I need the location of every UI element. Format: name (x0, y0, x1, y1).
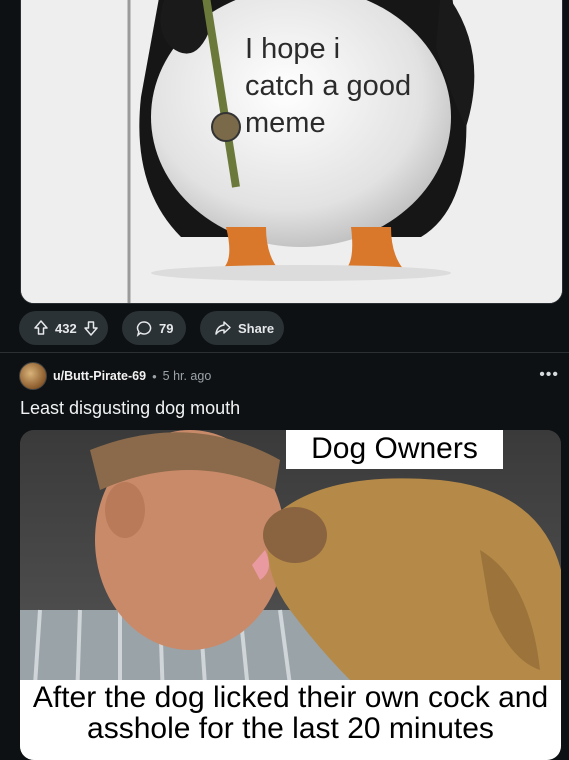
separator-dot: • (152, 368, 157, 384)
vote-control: 432 (19, 311, 108, 345)
more-dots-icon[interactable]: ••• (539, 366, 559, 384)
post-divider (0, 352, 569, 353)
avatar[interactable] (19, 362, 47, 390)
arrow-down-icon[interactable] (83, 320, 99, 336)
post-author[interactable]: u/Butt-Pirate-69 (53, 369, 146, 383)
comments-button[interactable]: 79 (122, 311, 186, 345)
post-title[interactable]: Least disgusting dog mouth (20, 398, 240, 419)
share-button[interactable]: Share (200, 311, 284, 345)
meme-top-text: Dog Owners (286, 430, 503, 469)
comment-count: 79 (159, 320, 174, 336)
share-arrow-icon (214, 320, 232, 336)
comment-bubble-icon (136, 320, 153, 337)
post-time: 5 hr. ago (162, 369, 212, 383)
penguin-caption: I hope i catch a good meme (245, 33, 412, 139)
meme-bottom-text: After the dog licked their own cock and … (20, 680, 561, 760)
upvote-count: 432 (55, 320, 77, 336)
arrow-up-icon[interactable] (33, 320, 49, 336)
post1-action-bar: 432 79 Share (19, 311, 284, 345)
share-label: Share (238, 320, 275, 336)
post-image-penguin-meme[interactable]: I hope i catch a good meme (20, 0, 563, 304)
post2-header: u/Butt-Pirate-69 • 5 hr. ago ••• (19, 362, 559, 390)
post-image-dog-meme[interactable]: Dog Owners After the dog licked their ow… (20, 430, 561, 760)
